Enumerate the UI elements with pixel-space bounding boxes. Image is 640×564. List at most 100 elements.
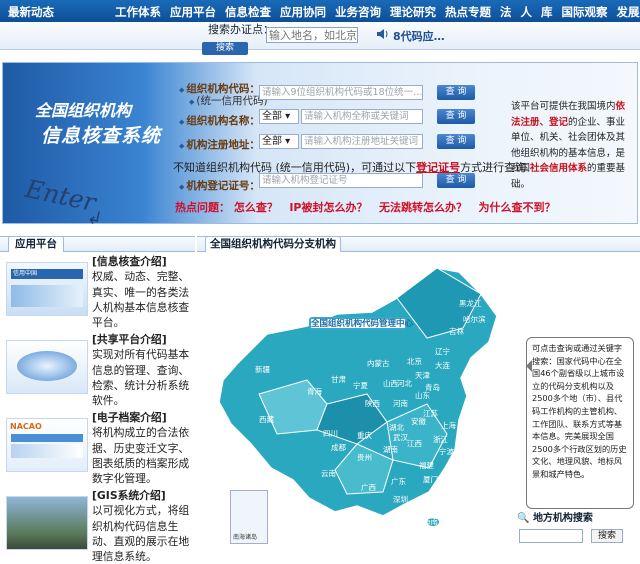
province-label[interactable]: 福建 (419, 460, 434, 470)
province-label[interactable]: 深圳 (393, 494, 408, 504)
nav-work-system[interactable]: 工作体系 (115, 4, 161, 20)
left-tab-bar: 应用平台 (0, 236, 195, 252)
province-label[interactable]: 内蒙古 (367, 358, 390, 368)
province-label[interactable]: 武汉 (393, 432, 408, 442)
local-agency-search-input[interactable] (519, 529, 583, 543)
province-label[interactable]: 广东 (391, 476, 406, 486)
province-label[interactable]: 海南 (423, 516, 438, 526)
nav-latest-news[interactable]: 最新动态 (8, 4, 54, 20)
nav-business-consult[interactable]: 业务咨询 (335, 4, 381, 20)
tab-app-platform[interactable]: 应用平台 (8, 236, 64, 252)
province-label[interactable]: 厦门 (423, 475, 438, 484)
hot-questions: 热点问题： 怎么查？ IP被封怎么办？ 无法跳转怎么办？ 为什么查不到？ (175, 199, 556, 215)
nav-person[interactable]: 人 (521, 4, 533, 20)
reg-address-label: 机构注册地址： (179, 139, 260, 153)
nav-hot-topics[interactable]: 热点专题 (445, 4, 491, 20)
list-item-e-archive[interactable]: NACAO [电子档案介绍]将机构成立的合法依据、历史变迁文字、图表纸质的档案形… (0, 410, 195, 486)
item-title[interactable]: [共享平台介绍] (92, 332, 193, 347)
org-name-scope-select[interactable]: 全部 ▾ (259, 109, 299, 124)
org-name-input[interactable]: 请输入机构全称或关键词 (301, 109, 423, 124)
province-label[interactable]: 云南 (321, 468, 336, 478)
province-label[interactable]: 安徽 (411, 416, 426, 426)
province-label[interactable]: 成都 (331, 442, 346, 452)
province-label[interactable]: 新疆 (255, 364, 270, 374)
local-agency-search-label: 🔍 地方机构搜索 (517, 509, 593, 524)
nav-links: 工作体系 应用平台 信息检查 应用协同 业务咨询 理论研究 热点专题 法 人 库… (115, 4, 640, 20)
item-body: 将机构成立的合法依据、历史变迁文字、图表纸质的档案形成数字化管理。 (92, 425, 193, 486)
province-label[interactable]: 四川 (323, 429, 338, 438)
list-item-gis[interactable]: [GIS系统介绍]以可视化方式，将组织机构代码信息生动、直观的展示在地理信息系统… (0, 488, 195, 554)
reg-number-label: 机构登记证号： (179, 180, 260, 194)
province-label[interactable]: 湖南 (383, 444, 398, 454)
hot-question-3[interactable]: 无法跳转怎么办？ (379, 201, 467, 214)
share-platform-thumbnail (6, 340, 88, 394)
reg-number-input[interactable]: 请输入机构登记证号 (259, 173, 423, 188)
local-agency-search-button[interactable]: 搜索 (591, 529, 623, 543)
nav-app-collab[interactable]: 应用协同 (280, 4, 326, 20)
south-china-sea-inset: 南海诸岛 (230, 490, 268, 544)
province-label[interactable]: 辽宁 (435, 346, 450, 356)
province-label[interactable]: 台湾 (445, 476, 460, 486)
province-label[interactable]: 黑龙江 (459, 298, 482, 308)
national-center-label[interactable]: 全国组织机构代码管理中心 (309, 317, 407, 330)
province-label[interactable]: 吉林 (449, 326, 464, 336)
nav-library[interactable]: 库 (541, 4, 553, 20)
province-label[interactable]: 陕西 (365, 398, 380, 408)
province-label[interactable]: 青岛 (425, 382, 440, 392)
reg-number-query-button[interactable]: 查 询 (437, 173, 475, 188)
province-label[interactable]: 广西 (361, 482, 376, 492)
nav-app-platform[interactable]: 应用平台 (170, 4, 216, 20)
province-label[interactable]: 哈尔滨 (463, 314, 486, 324)
province-label[interactable]: 宁波 (439, 446, 454, 456)
org-code-input[interactable]: 请输入9位组织机构代码或18位统一… (259, 85, 423, 100)
province-label[interactable]: 青海 (307, 386, 322, 396)
org-name-query-button[interactable]: 查 询 (437, 109, 475, 124)
top-navigation-bar: 最新动态 工作体系 应用平台 信息检查 应用协同 业务咨询 理论研究 热点专题 … (0, 0, 640, 22)
reg-address-input[interactable]: 请输入机构注册地址关键词 (301, 134, 423, 149)
banner-title-line1: 全国组织机构 (35, 97, 131, 121)
province-label[interactable]: 江西 (407, 439, 422, 448)
e-archive-thumbnail: NACAO (6, 418, 88, 472)
nav-law[interactable]: 法 (500, 4, 512, 20)
item-body: 以可视化方式，将组织机构代码信息生动、直观的展示在地理信息系统。 (92, 503, 193, 564)
province-label[interactable]: 宁夏 (353, 380, 368, 390)
tab-branch-agencies[interactable]: 全国组织机构代码分支机构 (205, 236, 341, 252)
hot-question-4[interactable]: 为什么查不到？ (479, 201, 556, 214)
item-title[interactable]: [GIS系统介绍] (92, 488, 193, 503)
search-office-input[interactable] (266, 27, 358, 43)
item-title[interactable]: [电子档案介绍] (92, 410, 193, 425)
hot-question-1[interactable]: 怎么查？ (234, 201, 278, 214)
nav-history[interactable]: 发展历程 (617, 4, 640, 20)
hot-question-2[interactable]: IP被封怎么办？ (289, 201, 367, 214)
province-label[interactable]: 河南 (393, 398, 408, 408)
province-label[interactable]: 北京 (407, 356, 422, 366)
reg-address-scope-select[interactable]: 全部 ▾ (259, 134, 299, 149)
banner-title-line2: 信息核查系统 (41, 121, 161, 148)
province-label[interactable]: 大连 (435, 360, 450, 370)
item-title[interactable]: [信息核查介绍] (92, 254, 193, 269)
province-label[interactable]: 上海 (441, 420, 456, 430)
province-label[interactable]: 甘肃 (331, 374, 346, 384)
gis-thumbnail (6, 496, 88, 550)
list-item-share-platform[interactable]: [共享平台介绍]实现对所有代码基本信息的管理、查询、检索、统计分析系统软件。 (0, 332, 195, 408)
province-label[interactable]: 天津 (415, 371, 430, 380)
reg-address-query-button[interactable]: 查 询 (437, 134, 475, 149)
list-item-info-check[interactable]: 信用中国 [信息核查介绍]权威、动态、完整、真实、唯一的各类法人机构基本信息核查… (0, 254, 195, 330)
nav-theory-research[interactable]: 理论研究 (390, 4, 436, 20)
search-office-button[interactable]: 搜索 (202, 42, 248, 55)
province-label[interactable]: 贵州 (357, 452, 372, 462)
org-code-query-button[interactable]: 查 询 (437, 85, 475, 100)
nav-intl-watch[interactable]: 国际观察 (562, 4, 608, 20)
province-label[interactable]: 湖北 (389, 423, 404, 432)
app-platform-panel: 应用平台 信用中国 [信息核查介绍]权威、动态、完整、真实、唯一的各类法人机构基… (0, 236, 195, 554)
province-label[interactable]: 浙江 (433, 434, 448, 444)
platform-description: 该平台可提供在我国境内依法注册、登记的企业、事业单位、机关、社会团体及其他组织机… (511, 99, 627, 192)
china-map-area: 黑龙江 吉林 辽宁 北京 天津 内蒙古 新疆 西藏 青海 甘肃 宁夏 陕西 山西… (197, 254, 640, 554)
scrolling-notice[interactable]: 8代码应… (393, 28, 445, 44)
enter-key-graphic: Enter (23, 174, 99, 217)
province-label[interactable]: 重庆 (357, 430, 372, 440)
province-label[interactable]: 河北 (397, 379, 412, 388)
nav-info-check[interactable]: 信息检查 (225, 4, 271, 20)
province-label[interactable]: 西藏 (259, 414, 274, 424)
item-body: 权威、动态、完整、真实、唯一的各类法人机构基本信息核查平台。 (92, 269, 193, 330)
